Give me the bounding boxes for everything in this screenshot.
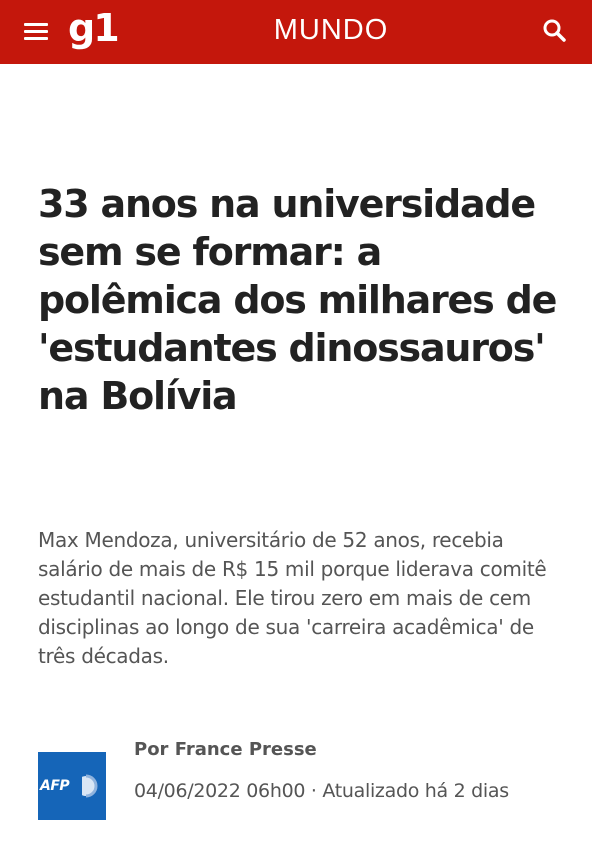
menu-bar — [24, 30, 48, 33]
afp-logo-mark — [82, 774, 98, 798]
article-subtitle: Max Mendoza, universitário de 52 anos, r… — [38, 528, 547, 668]
search-icon[interactable] — [538, 14, 572, 48]
meta-separator: · — [305, 780, 323, 802]
section-title: MUNDO — [273, 14, 389, 46]
menu-bar — [24, 23, 48, 26]
menu-bar — [24, 37, 48, 40]
afp-logo-text: AFP — [40, 778, 70, 794]
updated-time: Atualizado há 2 dias — [322, 780, 509, 802]
top-navigation-bar: g1 MUNDO — [0, 0, 592, 64]
afp-logo: AFP — [38, 752, 106, 820]
publish-date: 04/06/2022 06h00 — [134, 780, 306, 802]
article-headline: 33 anos na universidade sem se formar: a… — [38, 182, 557, 418]
article-author[interactable]: Por France Presse — [134, 736, 554, 764]
hamburger-menu-icon[interactable] — [22, 16, 52, 46]
article-meta: 04/06/2022 06h00 · Atualizado há 2 dias — [134, 776, 544, 806]
g1-logo[interactable]: g1 — [68, 4, 120, 52]
